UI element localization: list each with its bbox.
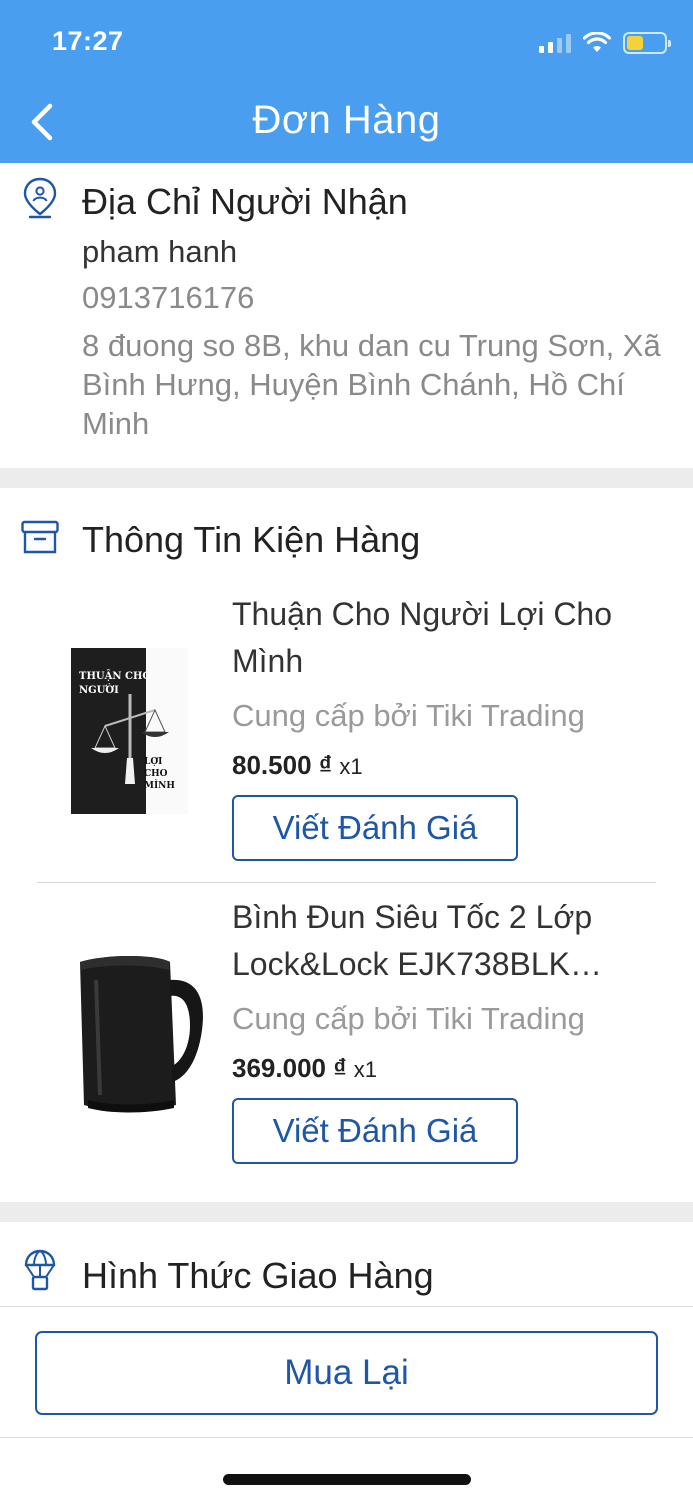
product-image-book: THUẬN CHO NGƯỜI LỢI CHO MÌNH bbox=[71, 648, 188, 814]
address-title: Địa Chỉ Người Nhận bbox=[82, 181, 408, 222]
header: 17:27 Đơn Hàng bbox=[0, 0, 693, 163]
location-pin-icon bbox=[23, 177, 57, 219]
page-title: Đơn Hàng bbox=[252, 98, 441, 142]
book-cover-title-bottom: LỢI CHO MÌNH bbox=[144, 757, 175, 791]
section-divider bbox=[0, 1202, 693, 1222]
home-indicator[interactable] bbox=[223, 1474, 471, 1485]
order-page: 17:27 Đơn Hàng Địa Chỉ Người Nhận pham h… bbox=[0, 0, 693, 1500]
product-seller: Cung cấp bởi Tiki Trading bbox=[232, 698, 585, 733]
price-value: 80.500 ₫ bbox=[232, 750, 333, 780]
product-name[interactable]: Thuận Cho Người Lợi Cho Mình bbox=[232, 591, 662, 685]
product-image-kettle bbox=[80, 956, 203, 1113]
parachute-delivery-icon bbox=[24, 1249, 56, 1291]
write-review-button[interactable]: Viết Đánh Giá bbox=[232, 795, 518, 861]
buy-again-button[interactable]: Mua Lại bbox=[35, 1331, 658, 1415]
quantity: x1 bbox=[353, 1057, 378, 1082]
cellular-signal-icon bbox=[539, 33, 571, 53]
bottom-action-bar: Mua Lại bbox=[0, 1306, 693, 1438]
recipient-name: pham hanh bbox=[82, 234, 238, 269]
section-divider bbox=[0, 468, 693, 488]
price-value: 369.000 ₫ bbox=[232, 1053, 347, 1083]
write-review-button[interactable]: Viết Đánh Giá bbox=[232, 1098, 518, 1164]
product-price: 80.500 ₫ x1 bbox=[232, 750, 363, 781]
product-seller: Cung cấp bởi Tiki Trading bbox=[232, 1001, 585, 1036]
quantity: x1 bbox=[339, 754, 363, 779]
status-time: 17:27 bbox=[52, 26, 124, 56]
recipient-address: 8 đuong so 8B, khu dan cu Trung Sơn, Xã … bbox=[82, 328, 661, 441]
item-divider bbox=[37, 882, 656, 883]
product-price: 369.000 ₫ x1 bbox=[232, 1053, 377, 1084]
product-name[interactable]: Bình Đun Siêu Tốc 2 Lớp Lock&Lock EJK738… bbox=[232, 894, 662, 988]
package-box-icon bbox=[21, 520, 59, 554]
package-title: Thông Tin Kiện Hàng bbox=[82, 519, 421, 560]
wifi-icon bbox=[583, 32, 611, 52]
delivery-title: Hình Thức Giao Hàng bbox=[82, 1255, 434, 1296]
status-icons bbox=[539, 30, 671, 56]
battery-icon bbox=[623, 32, 671, 54]
recipient-phone: 0913716176 bbox=[82, 280, 255, 315]
